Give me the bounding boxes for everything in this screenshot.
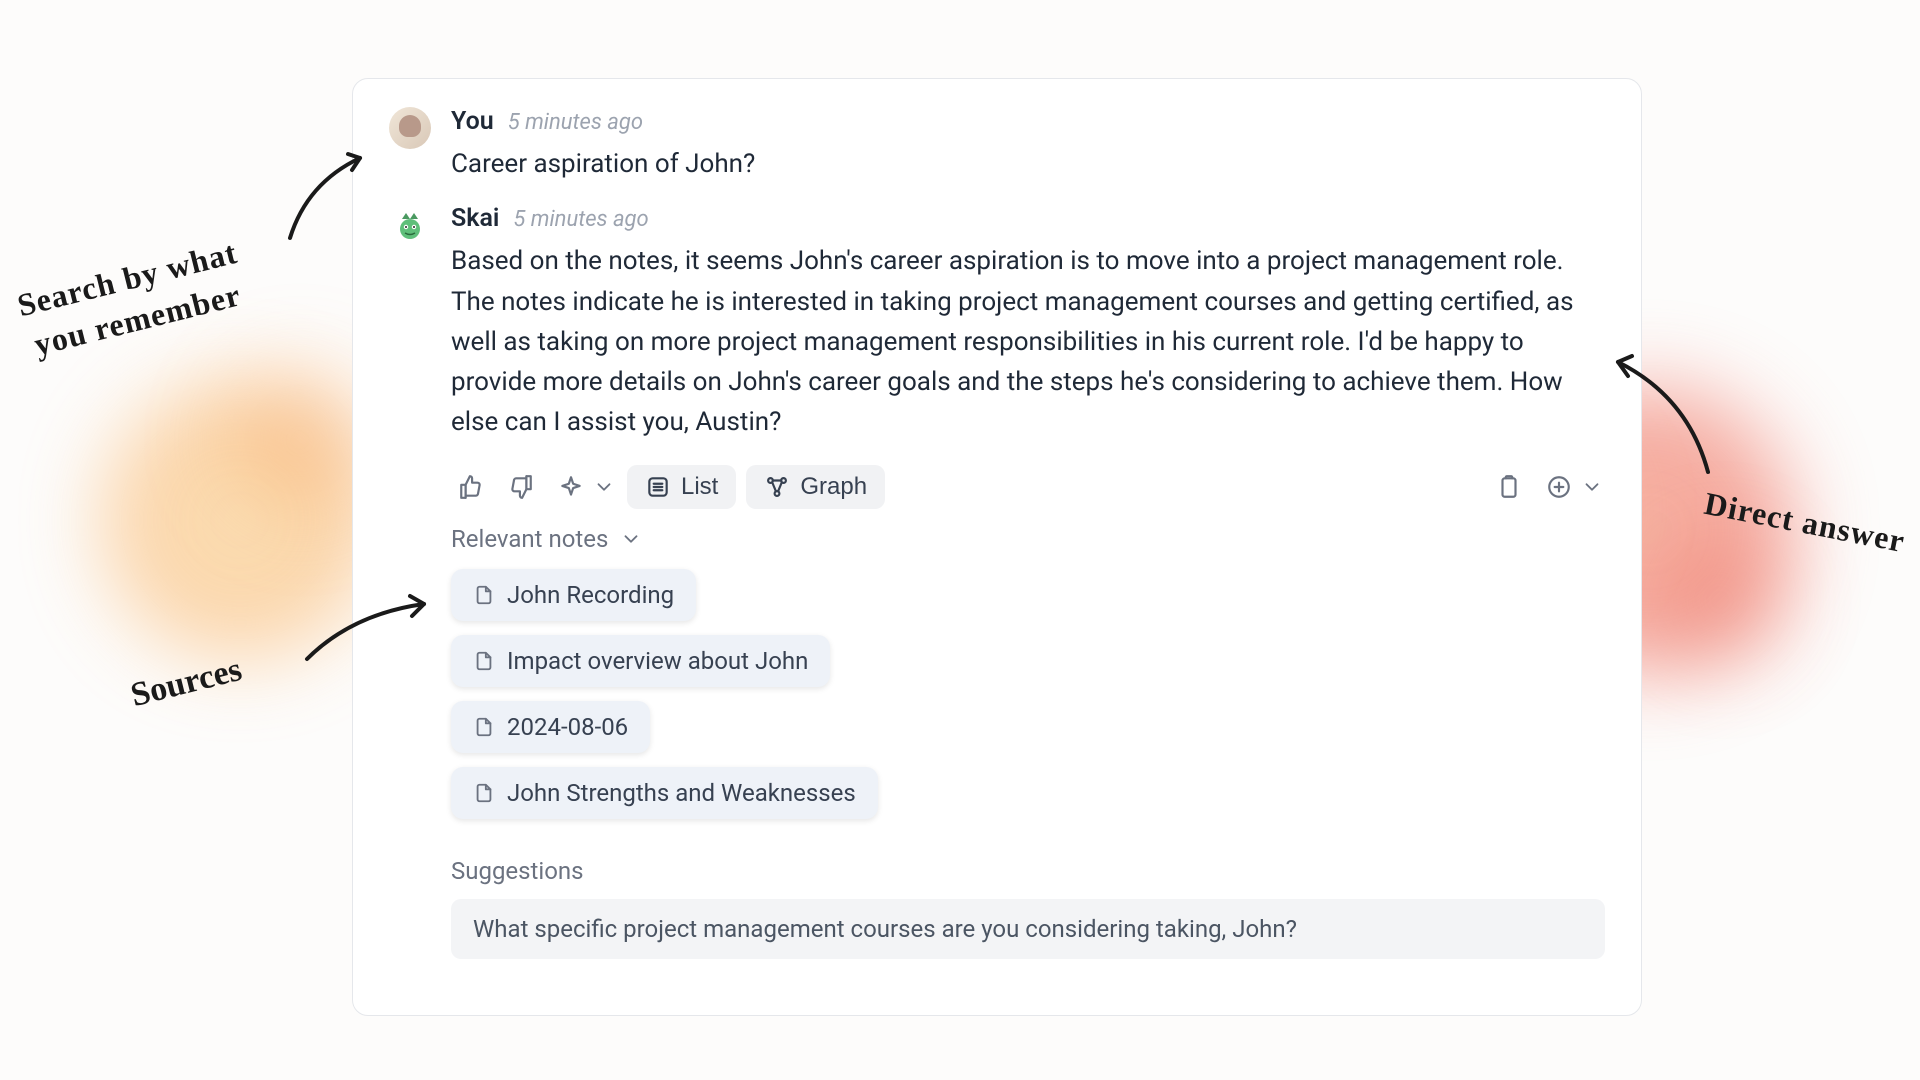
list-view-label: List [681,473,718,501]
annotation-search-by: Search by what you remember [13,232,251,367]
note-title: 2024-08-06 [507,713,628,741]
relevant-notes-label: Relevant notes [451,525,608,553]
arrow-icon [272,138,382,248]
arrow-icon [1598,342,1728,482]
clipboard-button[interactable] [1489,467,1529,507]
suggestions-header: Suggestions [451,857,1605,885]
chat-card: You 5 minutes ago Career aspiration of J… [352,78,1642,1016]
sparkle-dropdown-button[interactable] [591,467,617,507]
action-row: List Graph [451,465,1605,509]
bot-message: Skai 5 minutes ago Based on the notes, i… [389,204,1605,958]
annotation-sources: Sources [127,651,246,715]
note-chip[interactable]: John Recording [451,569,696,621]
relevant-notes-header[interactable]: Relevant notes [451,525,1605,553]
plus-circle-icon [1546,474,1572,500]
suggestion-text: What specific project management courses… [473,915,1297,943]
file-icon [473,584,495,606]
bot-avatar [389,204,431,246]
user-sender-name: You [451,107,494,136]
graph-view-label: Graph [800,473,867,501]
user-message-text: Career aspiration of John? [451,144,1605,184]
user-message: You 5 minutes ago Career aspiration of J… [389,107,1605,184]
user-avatar [389,107,431,149]
note-title: John Strengths and Weaknesses [507,779,856,807]
list-view-button[interactable]: List [627,465,736,509]
bot-timestamp: 5 minutes ago [513,207,648,232]
decorative-blob [1620,520,1820,680]
user-timestamp: 5 minutes ago [508,110,643,135]
sparkle-icon [558,474,584,500]
add-button[interactable] [1539,467,1579,507]
list-icon [645,474,671,500]
note-chip[interactable]: John Strengths and Weaknesses [451,767,878,819]
thumbs-down-icon [508,474,534,500]
graph-view-button[interactable]: Graph [746,465,885,509]
clipboard-icon [1496,474,1522,500]
file-icon [473,716,495,738]
chevron-down-icon [620,528,642,550]
thumbs-up-icon [458,474,484,500]
bot-message-text: Based on the notes, it seems John's care… [451,241,1605,442]
note-chip[interactable]: 2024-08-06 [451,701,650,753]
note-title: John Recording [507,581,674,609]
arrow-icon [292,574,442,674]
note-chip[interactable]: Impact overview about John [451,635,830,687]
notes-list: John Recording Impact overview about Joh… [451,569,1605,833]
note-title: Impact overview about John [507,647,808,675]
file-icon [473,650,495,672]
suggestion-item[interactable]: What specific project management courses… [451,899,1605,959]
thumbs-up-button[interactable] [451,467,491,507]
graph-icon [764,474,790,500]
chevron-down-icon [593,476,615,498]
bot-sender-name: Skai [451,204,499,233]
file-icon [473,782,495,804]
sparkle-button[interactable] [551,467,591,507]
thumbs-down-button[interactable] [501,467,541,507]
